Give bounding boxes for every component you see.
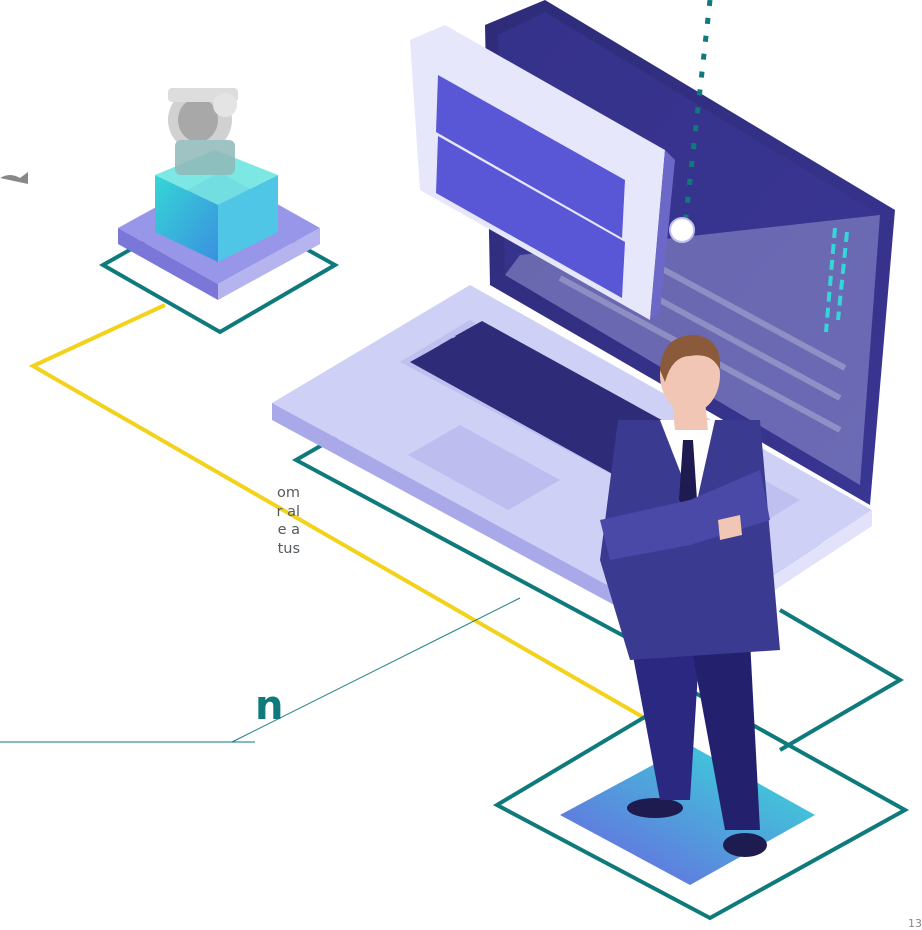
caption-line-4: tus xyxy=(277,540,300,557)
pump-device-icon xyxy=(168,88,238,175)
pipe-stub-icon xyxy=(0,172,28,184)
pump-platform xyxy=(98,150,340,335)
isometric-illustration xyxy=(0,0,910,921)
caption-line-1: om xyxy=(277,485,300,501)
page-number: 13 xyxy=(908,917,922,930)
heading-fragment: n xyxy=(255,683,284,729)
pointer-dot xyxy=(669,217,695,243)
caption-text-fragment: om r al e a tus xyxy=(0,484,301,558)
laptop-illustration xyxy=(272,0,895,653)
caption-line-3: e a xyxy=(277,522,300,538)
caption-line-2: r al xyxy=(276,503,301,520)
